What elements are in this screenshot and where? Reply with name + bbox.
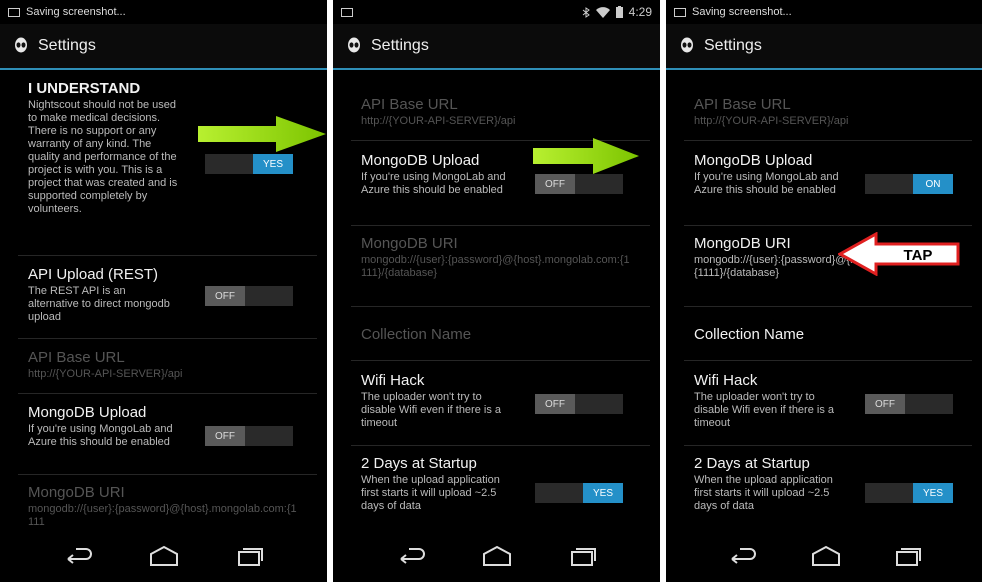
status-bar: 4:29 bbox=[333, 0, 660, 24]
divider bbox=[18, 393, 317, 394]
back-icon[interactable] bbox=[397, 545, 427, 567]
setting-title: MongoDB Upload bbox=[28, 404, 147, 421]
setting-summary: mongodb://{user}:{password}@{host}.mongo… bbox=[361, 254, 630, 279]
setting-summary: If you're using MongoLab and Azure this … bbox=[361, 171, 506, 196]
alien-head-icon[interactable] bbox=[680, 37, 694, 55]
status-text: Saving screenshot... bbox=[26, 6, 126, 18]
mongodb-upload-toggle[interactable]: ON bbox=[865, 174, 953, 194]
page-title: Settings bbox=[371, 37, 429, 54]
page-title: Settings bbox=[38, 37, 96, 54]
green-arrow-annotation bbox=[533, 138, 639, 174]
setting-collection-name: Collection Name bbox=[361, 326, 646, 343]
setting-title: API Base URL bbox=[28, 349, 125, 366]
setting-mongodb-uri: MongoDB URI mongodb://{user}:{password}@… bbox=[28, 484, 313, 529]
setting-title: MongoDB URI bbox=[361, 235, 458, 252]
settings-list: API Base URL http://{YOUR-API-SERVER}/ap… bbox=[666, 72, 982, 532]
home-icon[interactable] bbox=[810, 545, 842, 567]
bluetooth-icon bbox=[582, 6, 590, 18]
setting-title: Wifi Hack bbox=[694, 372, 758, 389]
setting-title: Collection Name bbox=[361, 326, 472, 343]
notification-icon bbox=[341, 7, 353, 17]
mongodb-upload-toggle[interactable]: OFF bbox=[535, 174, 623, 194]
wifi-hack-toggle[interactable]: OFF bbox=[865, 394, 953, 414]
api-upload-toggle[interactable]: OFF bbox=[205, 286, 293, 306]
divider bbox=[351, 445, 650, 446]
setting-title: Wifi Hack bbox=[361, 372, 425, 389]
back-icon[interactable] bbox=[728, 545, 758, 567]
status-bar: Saving screenshot... bbox=[0, 0, 327, 24]
setting-title: I UNDERSTAND bbox=[28, 80, 141, 97]
alien-head-icon[interactable] bbox=[14, 37, 28, 55]
setting-title: API Base URL bbox=[694, 96, 791, 113]
setting-title: MongoDB Upload bbox=[694, 152, 813, 169]
recents-icon[interactable] bbox=[236, 545, 264, 567]
setting-api-base-url: API Base URL http://{YOUR-API-SERVER}/ap… bbox=[28, 349, 313, 381]
divider bbox=[351, 306, 650, 307]
setting-summary: When the upload application first starts… bbox=[694, 474, 833, 512]
wifi-icon bbox=[595, 6, 610, 18]
divider bbox=[18, 474, 317, 475]
divider bbox=[684, 306, 972, 307]
setting-title: 2 Days at Startup bbox=[361, 455, 477, 472]
setting-collection-name[interactable]: Collection Name bbox=[694, 326, 968, 343]
nav-bar bbox=[333, 532, 660, 582]
setting-summary: mongodb://{user}:{password}@{host}.mongo… bbox=[28, 503, 297, 528]
wifi-hack-toggle[interactable]: OFF bbox=[535, 394, 623, 414]
setting-summary: The uploader won't try to disable Wifi e… bbox=[694, 391, 835, 429]
screenshot-icon bbox=[8, 7, 20, 17]
setting-api-base-url: API Base URL http://{YOUR-API-SERVER}/ap… bbox=[694, 96, 968, 128]
setting-summary: Nightscout should not be used to make me… bbox=[28, 99, 178, 215]
status-bar: Saving screenshot... bbox=[666, 0, 982, 24]
phone-screen-3: Saving screenshot... Settings API Base U… bbox=[666, 0, 982, 582]
back-icon[interactable] bbox=[64, 545, 94, 567]
i-understand-toggle[interactable]: YES bbox=[205, 154, 293, 174]
2-days-startup-toggle[interactable]: YES bbox=[535, 483, 623, 503]
nav-bar bbox=[0, 532, 327, 582]
clock: 4:29 bbox=[628, 5, 652, 19]
green-arrow-annotation bbox=[198, 116, 326, 152]
tap-label: TAP bbox=[904, 247, 933, 264]
divider bbox=[351, 225, 650, 226]
screenshot-icon bbox=[674, 7, 686, 17]
action-bar: Settings bbox=[333, 24, 660, 70]
home-icon[interactable] bbox=[481, 545, 513, 567]
divider bbox=[351, 360, 650, 361]
recents-icon[interactable] bbox=[894, 545, 922, 567]
setting-title: API Base URL bbox=[361, 96, 458, 113]
tap-arrow-annotation: TAP bbox=[838, 232, 960, 276]
setting-summary: If you're using MongoLab and Azure this … bbox=[28, 423, 173, 448]
home-icon[interactable] bbox=[148, 545, 180, 567]
setting-summary: The REST API is an alternative to direct… bbox=[28, 285, 170, 323]
status-text: Saving screenshot... bbox=[692, 6, 792, 18]
setting-summary: If you're using MongoLab and Azure this … bbox=[694, 171, 839, 196]
divider bbox=[18, 338, 317, 339]
setting-api-base-url: API Base URL http://{YOUR-API-SERVER}/ap… bbox=[361, 96, 646, 128]
setting-summary: When the upload application first starts… bbox=[361, 474, 500, 512]
setting-summary: http://{YOUR-API-SERVER}/api bbox=[694, 115, 849, 127]
action-bar: Settings bbox=[0, 24, 327, 70]
mongodb-upload-toggle[interactable]: OFF bbox=[205, 426, 293, 446]
divider bbox=[684, 360, 972, 361]
battery-icon bbox=[615, 6, 623, 18]
alien-head-icon[interactable] bbox=[347, 37, 361, 55]
divider bbox=[684, 445, 972, 446]
recents-icon[interactable] bbox=[569, 545, 597, 567]
setting-title: Collection Name bbox=[694, 326, 805, 343]
action-bar: Settings bbox=[666, 24, 982, 70]
phone-screen-1: Saving screenshot... Settings I UNDERSTA… bbox=[0, 0, 327, 582]
setting-summary: http://{YOUR-API-SERVER}/api bbox=[361, 115, 516, 127]
divider bbox=[684, 140, 972, 141]
page-title: Settings bbox=[704, 37, 762, 54]
setting-summary: http://{YOUR-API-SERVER}/api bbox=[28, 368, 183, 380]
phone-screen-2: 4:29 Settings API Base URL http://{YOUR-… bbox=[333, 0, 660, 582]
2-days-startup-toggle[interactable]: YES bbox=[865, 483, 953, 503]
setting-summary: The uploader won't try to disable Wifi e… bbox=[361, 391, 502, 429]
setting-title: MongoDB URI bbox=[28, 484, 125, 501]
divider bbox=[18, 255, 317, 256]
setting-mongodb-uri: MongoDB URI mongodb://{user}:{password}@… bbox=[361, 235, 646, 280]
divider bbox=[684, 225, 972, 226]
setting-title: 2 Days at Startup bbox=[694, 455, 810, 472]
nav-bar bbox=[666, 532, 982, 582]
setting-title: API Upload (REST) bbox=[28, 266, 159, 283]
